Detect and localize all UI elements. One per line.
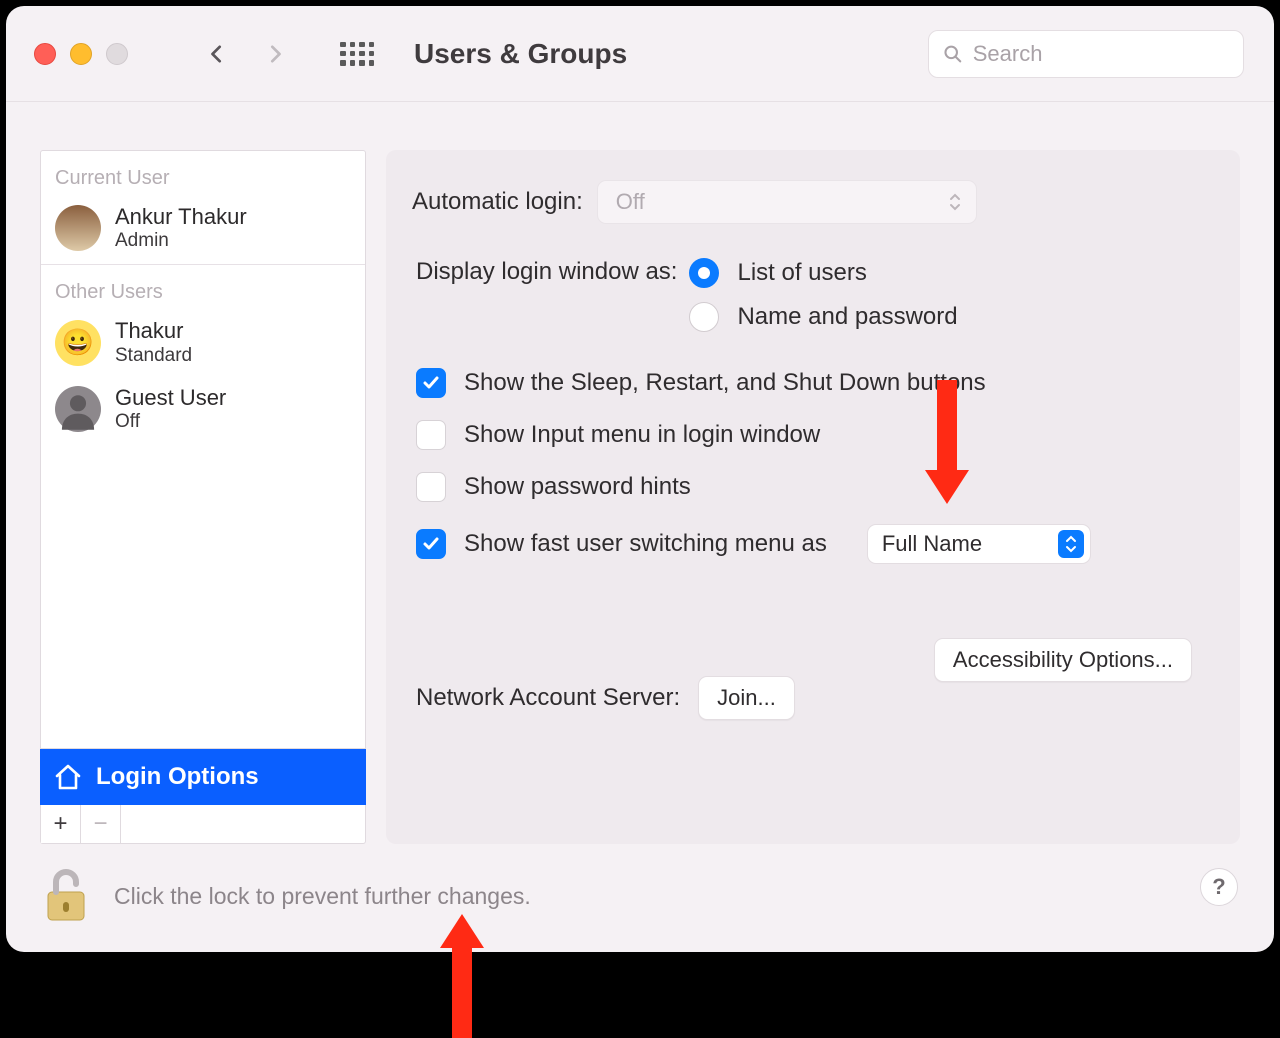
auto-login-label: Automatic login: (412, 188, 583, 216)
fus-value: Full Name (882, 531, 982, 557)
fus-dropdown[interactable]: Full Name (867, 524, 1091, 564)
search-field-wrap[interactable] (928, 30, 1244, 78)
unlocked-lock-icon (42, 868, 90, 924)
other-user-row[interactable]: 😀 Thakur Standard (41, 312, 365, 378)
lock-text: Click the lock to prevent further change… (114, 883, 531, 910)
cb-hints-row[interactable]: Show password hints (416, 472, 1210, 502)
add-remove-bar: + − (40, 805, 366, 844)
user-name: Ankur Thakur (115, 204, 247, 230)
other-user-row[interactable]: Guest User Off (41, 379, 365, 445)
chevron-updown-icon (948, 192, 962, 212)
display-login-label: Display login window as: (416, 258, 677, 286)
close-window-button[interactable] (34, 43, 56, 65)
cb-input-row[interactable]: Show Input menu in login window (416, 420, 1210, 450)
system-prefs-window: Users & Groups Current User Ankur Thakur… (6, 6, 1274, 952)
display-login-row: Display login window as: List of users N… (416, 258, 1210, 332)
cb-fus[interactable] (416, 529, 446, 559)
content-body: Current User Ankur Thakur Admin Other Us… (6, 102, 1274, 844)
user-list: Current User Ankur Thakur Admin Other Us… (40, 150, 366, 749)
search-icon (943, 43, 963, 65)
radio-name-password[interactable] (689, 302, 719, 332)
page-title: Users & Groups (414, 38, 627, 70)
cb-hints[interactable] (416, 472, 446, 502)
avatar-silhouette-icon (55, 386, 101, 432)
footer: Click the lock to prevent further change… (6, 844, 1274, 952)
radio-list-of-users[interactable] (689, 258, 719, 288)
back-button[interactable] (208, 45, 226, 63)
house-icon (54, 764, 82, 790)
zoom-window-button[interactable] (106, 43, 128, 65)
addremove-spacer (121, 805, 365, 843)
cb-sleep[interactable] (416, 368, 446, 398)
auto-login-row: Automatic login: Off (416, 180, 1210, 224)
chevron-updown-icon (1058, 530, 1084, 558)
settings-panel: Automatic login: Off Display login windo… (386, 150, 1240, 844)
grid-icon (340, 42, 374, 66)
radio-label: List of users (737, 259, 866, 287)
section-other-users: Other Users (41, 265, 365, 312)
join-button[interactable]: Join... (698, 676, 795, 720)
window-controls (34, 43, 128, 65)
radio-label: Name and password (737, 303, 957, 331)
avatar-smiley-icon: 😀 (55, 320, 101, 366)
forward-button[interactable] (266, 45, 284, 63)
user-role: Standard (115, 345, 192, 367)
show-all-button[interactable] (340, 42, 374, 66)
cb-label: Show password hints (464, 473, 691, 501)
cb-fus-row[interactable]: Show fast user switching menu as Full Na… (416, 524, 1210, 564)
annotation-arrow-down (921, 380, 973, 510)
chevron-left-icon (208, 45, 226, 63)
cb-sleep-row[interactable]: Show the Sleep, Restart, and Shut Down b… (416, 368, 1210, 398)
cb-label: Show the Sleep, Restart, and Shut Down b… (464, 369, 986, 397)
section-current-user: Current User (41, 151, 365, 198)
current-user-row[interactable]: Ankur Thakur Admin (41, 198, 365, 264)
help-button[interactable]: ? (1200, 868, 1238, 906)
network-account-row: Network Account Server: Join... (416, 676, 1210, 720)
login-options-label: Login Options (96, 763, 259, 791)
cb-label: Show fast user switching menu as (464, 530, 827, 558)
network-account-label: Network Account Server: (416, 684, 680, 712)
avatar-photo-icon (55, 205, 101, 251)
user-role: Admin (115, 230, 247, 252)
radio-list-of-users-row[interactable]: List of users (689, 258, 957, 288)
auto-login-dropdown[interactable]: Off (597, 180, 977, 224)
user-role: Off (115, 411, 226, 433)
minimize-window-button[interactable] (70, 43, 92, 65)
user-name: Thakur (115, 318, 192, 344)
search-input[interactable] (973, 41, 1229, 67)
cb-label: Show Input menu in login window (464, 421, 820, 449)
cb-input[interactable] (416, 420, 446, 450)
chevron-right-icon (266, 45, 284, 63)
checkbox-list: Show the Sleep, Restart, and Shut Down b… (416, 368, 1210, 564)
remove-user-button[interactable]: − (81, 805, 121, 843)
sidebar: Current User Ankur Thakur Admin Other Us… (40, 150, 366, 844)
radio-name-password-row[interactable]: Name and password (689, 302, 957, 332)
toolbar: Users & Groups (6, 6, 1274, 102)
auto-login-value: Off (616, 189, 645, 215)
nav-controls (208, 45, 284, 63)
login-options-item[interactable]: Login Options (40, 749, 366, 805)
add-user-button[interactable]: + (41, 805, 81, 843)
user-name: Guest User (115, 385, 226, 411)
lock-button[interactable] (42, 868, 90, 924)
accessibility-options-button[interactable]: Accessibility Options... (934, 638, 1192, 682)
